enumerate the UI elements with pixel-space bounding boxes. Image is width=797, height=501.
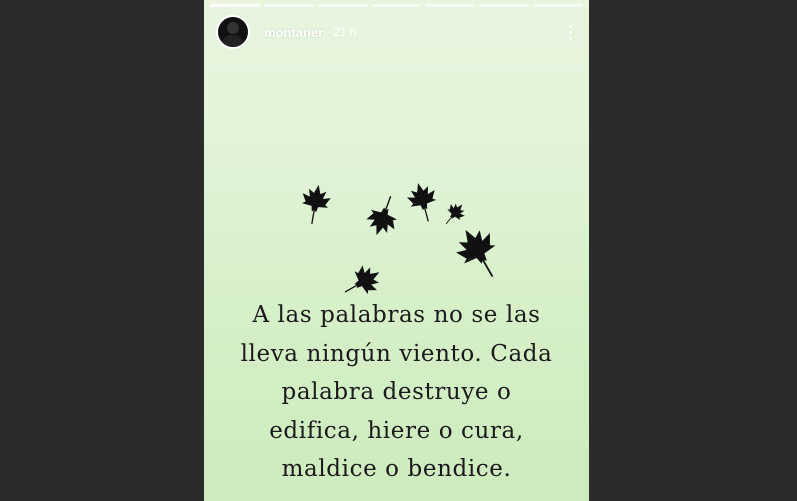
quote-line: lleva ningún viento. Cada xyxy=(240,340,553,367)
maple-leaf-icon xyxy=(447,219,511,288)
story-quote-text: A las palabras no se las lleva ningún vi… xyxy=(216,296,577,489)
quote-line: edifica, hiere o cura, xyxy=(269,417,524,444)
story-viewer[interactable]: montaner 21 h A las palabras no se las l… xyxy=(204,0,589,501)
maple-leaf-icon xyxy=(403,178,443,226)
maple-leaf-icon xyxy=(297,181,334,227)
maple-leaf-icon xyxy=(438,198,470,231)
quote-line: A las palabras no se las xyxy=(252,302,541,328)
maple-leaf-icon xyxy=(361,190,406,241)
quote-line: maldice o bendice. xyxy=(281,456,512,482)
quote-line: palabra destruye o xyxy=(281,379,512,405)
